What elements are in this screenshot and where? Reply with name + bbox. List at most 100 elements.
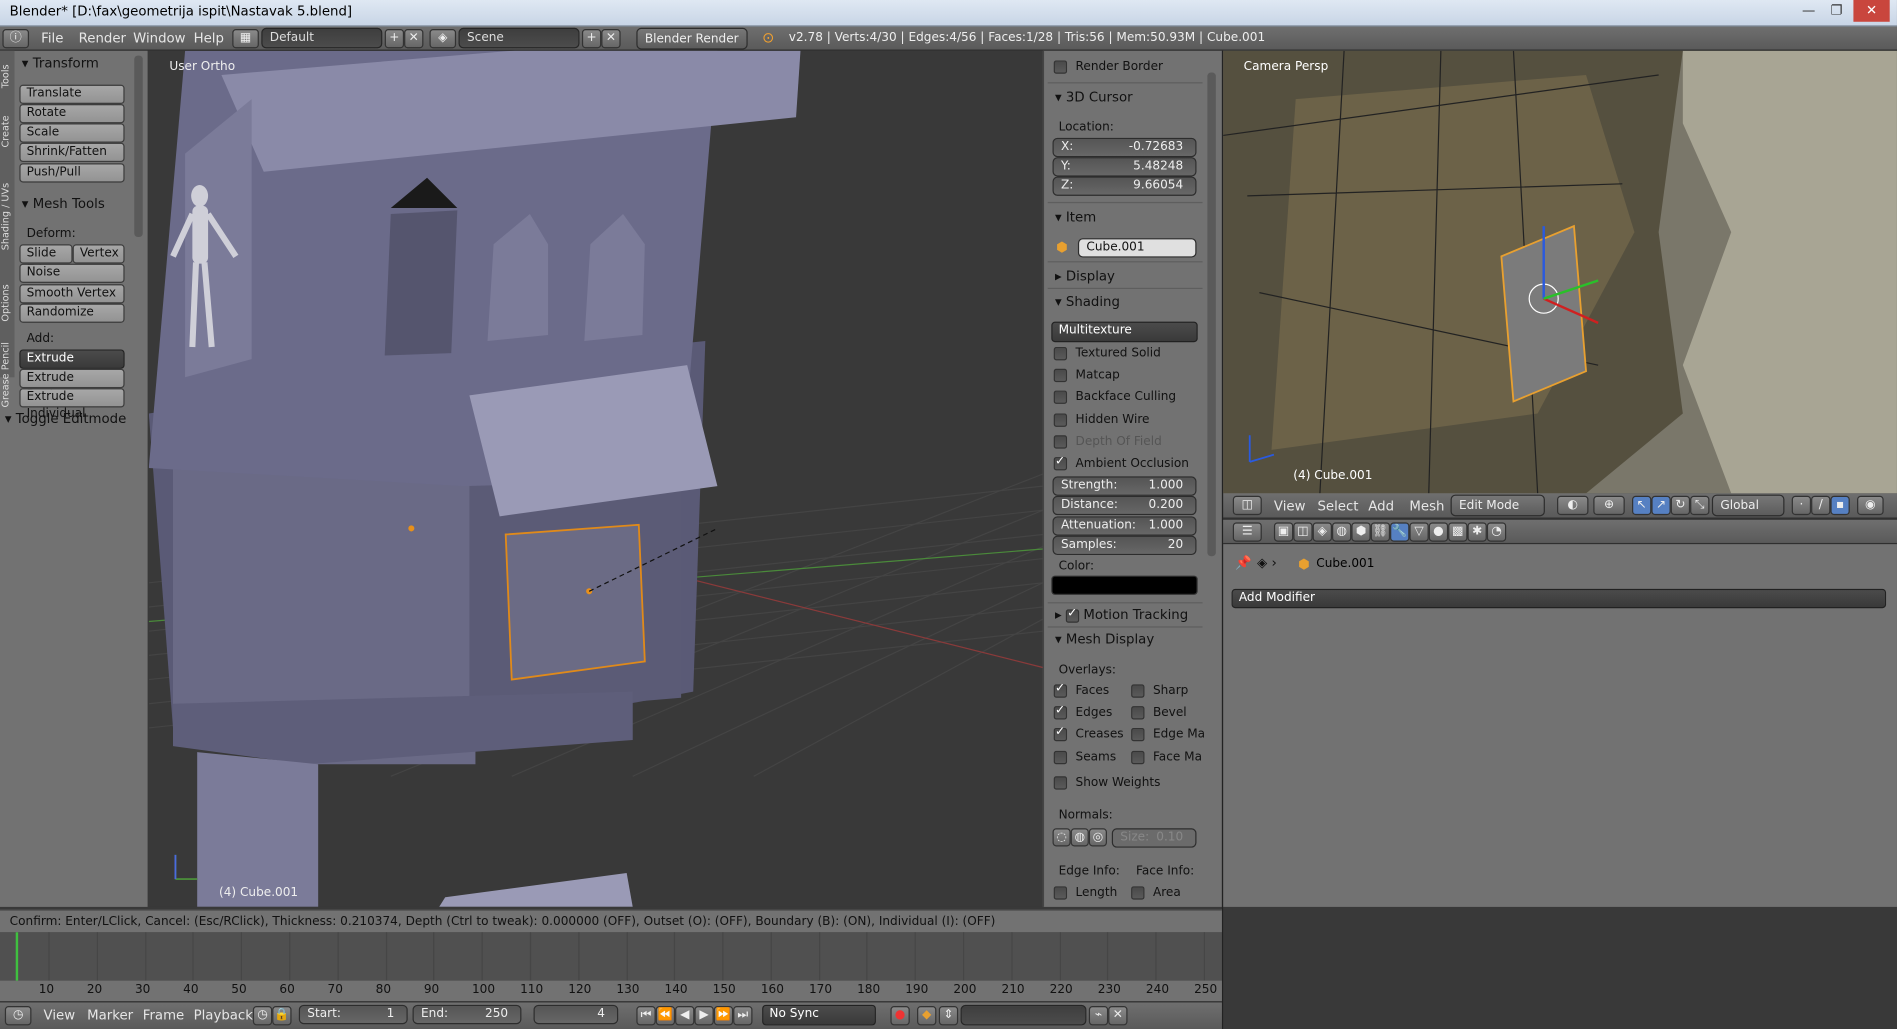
shading-option-checkbox[interactable] — [1053, 413, 1068, 427]
rotate-manipulator-icon[interactable]: ↻ — [1670, 495, 1691, 516]
motion-tracking-checkbox[interactable] — [1065, 606, 1080, 623]
cursor-z-field[interactable]: Z: 9.66054 — [1052, 176, 1197, 196]
preview-range-icon[interactable]: ◷ — [252, 1006, 273, 1026]
scene-icon[interactable]: ◈ — [429, 29, 457, 49]
shading-option-checkbox[interactable] — [1053, 347, 1068, 361]
transform-panel-title[interactable]: ▾ Transform — [22, 56, 99, 72]
modifiers-tab-icon[interactable]: 🔧 — [1390, 522, 1410, 542]
pivot-icon[interactable]: ⊕ — [1593, 495, 1625, 516]
overlay-checkbox[interactable] — [1131, 684, 1145, 698]
start-frame-field[interactable]: Start: 1 — [298, 1004, 408, 1025]
shading-panel-title[interactable]: ▾ Shading — [1055, 294, 1120, 310]
overlay-checkbox[interactable] — [1053, 704, 1068, 720]
screen-layout-icon[interactable]: ▦ — [232, 29, 259, 49]
manipulator-icon[interactable]: ↖ — [1632, 495, 1652, 516]
keying-dropdown-icon[interactable]: ⇕ — [938, 1006, 959, 1026]
delete-keyframe-icon[interactable]: ✕ — [1108, 1006, 1128, 1026]
ao-setting-field[interactable]: Samples: 20 — [1052, 535, 1197, 556]
close-button[interactable]: ✕ — [1853, 0, 1890, 22]
insert-keyframe-icon[interactable]: ⌁ — [1088, 1006, 1109, 1026]
editor-type-icon[interactable]: ◷ — [4, 1006, 32, 1026]
menu-timeline-view[interactable]: View — [44, 1007, 76, 1023]
length-checkbox[interactable] — [1053, 886, 1068, 900]
overlay-checkbox[interactable] — [1053, 726, 1068, 742]
area-checkbox[interactable] — [1131, 886, 1145, 900]
particles-tab-icon[interactable]: ✱ — [1467, 522, 1487, 542]
translate-manipulator-icon[interactable]: ↗ — [1651, 495, 1671, 516]
jump-start-icon[interactable]: ⏮ — [636, 1006, 656, 1026]
current-frame-marker[interactable] — [15, 932, 19, 981]
mode-dropdown[interactable]: Edit Mode — [1450, 494, 1545, 517]
timeline[interactable]: 10 20 30 40 50 60 70 80 90 100 110 120 130 140 150 160 1… — [0, 932, 1222, 1002]
tab-create[interactable]: Create — [0, 104, 15, 160]
translate-button[interactable]: Translate — [19, 84, 125, 104]
randomize-button[interactable]: Randomize — [19, 303, 125, 323]
noise-button[interactable]: Noise — [19, 263, 125, 283]
menu-marker[interactable]: Marker — [87, 1007, 133, 1023]
jump-end-icon[interactable]: ⏭ — [733, 1006, 753, 1026]
tab-shading-uvs[interactable]: Shading / UVs — [0, 162, 15, 271]
tab-options[interactable]: Options — [0, 273, 15, 333]
motion-tracking-panel-title[interactable]: ▸ Motion Tracking — [1055, 606, 1188, 623]
tab-grease-pencil[interactable]: Grease Pencil — [0, 336, 15, 413]
next-keyframe-icon[interactable]: ⏩ — [713, 1006, 734, 1026]
face-normals-icon[interactable]: ◎ — [1088, 828, 1107, 847]
shading-option-checkbox[interactable] — [1053, 391, 1068, 405]
menu-frame[interactable]: Frame — [143, 1007, 184, 1023]
menu-select[interactable]: Select — [1317, 498, 1358, 514]
material-tab-icon[interactable]: ● — [1428, 522, 1449, 542]
ao-setting-field[interactable]: Distance: 0.200 — [1052, 496, 1197, 516]
slide-edge-button[interactable]: Slide Ed — [19, 244, 73, 277]
menu-help[interactable]: Help — [194, 30, 224, 46]
lock-icon[interactable]: 🔒 — [272, 1006, 292, 1026]
menu-mesh[interactable]: Mesh — [1409, 498, 1444, 514]
editor-type-icon[interactable]: ☰ — [1232, 522, 1262, 542]
record-icon[interactable]: ● — [890, 1006, 910, 1026]
play-icon[interactable]: ▶ — [694, 1006, 714, 1026]
end-frame-field[interactable]: End: 250 — [412, 1004, 522, 1025]
viewport-shading-icon[interactable]: ◐ — [1557, 495, 1589, 516]
menu-add[interactable]: Add — [1368, 498, 1394, 514]
rotate-button[interactable]: Rotate — [19, 103, 125, 124]
menu-file[interactable]: File — [41, 30, 63, 46]
texture-tab-icon[interactable]: ▩ — [1448, 522, 1468, 542]
add-scene-icon[interactable]: + — [581, 29, 602, 49]
constraints-tab-icon[interactable]: ⛓ — [1370, 522, 1391, 542]
normal-size-field[interactable]: Size: 0.10 — [1111, 828, 1197, 848]
cursor-panel-title[interactable]: ▾ 3D Cursor — [1055, 89, 1133, 105]
mesh-tools-panel-title[interactable]: ▾ Mesh Tools — [22, 196, 105, 212]
shading-option-checkbox[interactable] — [1053, 455, 1068, 471]
remove-scene-icon[interactable]: ✕ — [601, 29, 621, 49]
current-frame-field[interactable]: 4 — [533, 1004, 619, 1025]
play-reverse-icon[interactable]: ◀ — [675, 1006, 695, 1026]
overlay-checkbox[interactable] — [1053, 682, 1068, 698]
shading-option-checkbox[interactable] — [1053, 435, 1068, 449]
object-name-field[interactable]: Cube.001 — [1077, 238, 1197, 258]
scene-tab-icon[interactable]: ◈ — [1312, 522, 1332, 542]
extrude-region-button[interactable]: Extrude Region — [19, 368, 125, 401]
mesh-display-panel-title[interactable]: ▾ Mesh Display — [1055, 631, 1154, 647]
pin-icon[interactable]: 📌 — [1235, 555, 1252, 571]
toggle-editmode-panel-title[interactable]: ▾ Toggle Editmode — [5, 411, 126, 427]
render-layers-tab-icon[interactable]: ◫ — [1293, 522, 1313, 542]
slide-vertex-button[interactable]: Vertex — [72, 244, 125, 264]
overlay-checkbox[interactable] — [1131, 728, 1145, 742]
add-modifier-dropdown[interactable]: Add Modifier — [1231, 588, 1887, 609]
menu-view[interactable]: View — [1274, 498, 1306, 514]
screen-layout-field[interactable]: Default — [261, 27, 383, 49]
remove-layout-icon[interactable]: ✕ — [404, 29, 424, 49]
extrude-individual-button[interactable]: Extrude Individual — [19, 388, 125, 421]
keying-set-field[interactable] — [960, 1004, 1087, 1026]
prev-keyframe-icon[interactable]: ⏪ — [655, 1006, 676, 1026]
ao-setting-field[interactable]: Strength: 1.000 — [1052, 476, 1197, 496]
cursor-y-field[interactable]: Y: 5.48248 — [1052, 157, 1197, 177]
menu-render[interactable]: Render — [79, 30, 126, 46]
overlay-checkbox[interactable] — [1131, 750, 1145, 764]
ao-setting-field[interactable]: Attenuation: 1.000 — [1052, 516, 1197, 536]
display-panel-title[interactable]: ▸ Display — [1055, 268, 1115, 284]
render-tab-icon[interactable]: ▣ — [1273, 522, 1294, 542]
data-tab-icon[interactable]: ▽ — [1409, 522, 1429, 542]
orientation-dropdown[interactable]: Global — [1711, 494, 1785, 517]
menu-window[interactable]: Window — [133, 30, 185, 46]
overlay-checkbox[interactable] — [1053, 750, 1068, 764]
